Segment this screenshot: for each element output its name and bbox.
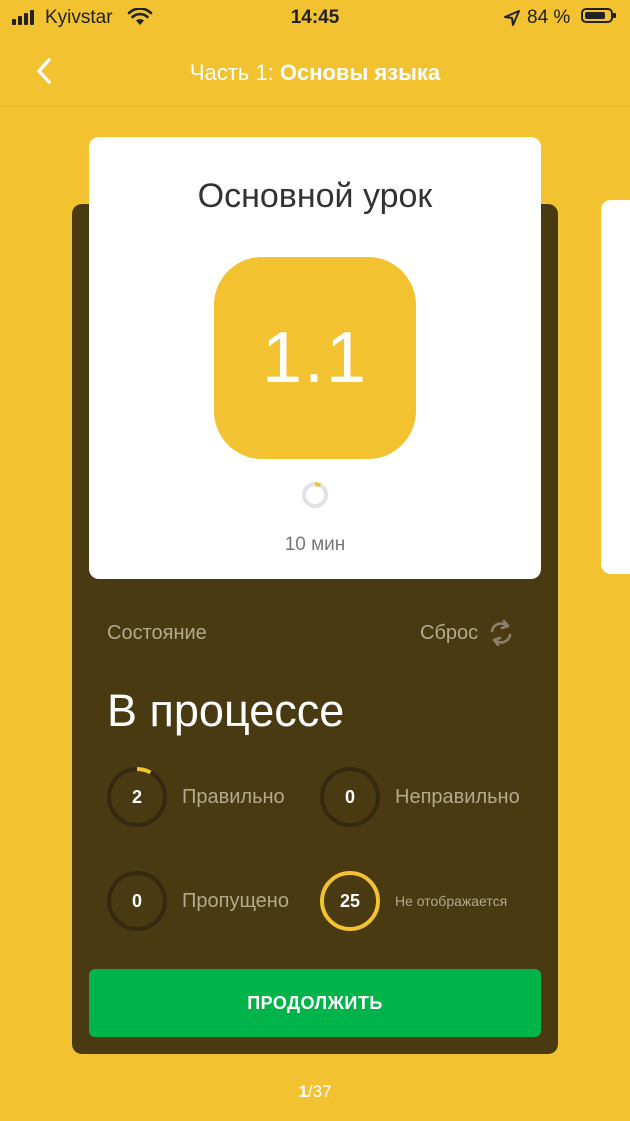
pager-current: 1 xyxy=(298,1082,308,1101)
location-arrow-icon xyxy=(504,10,520,26)
battery-icon xyxy=(581,8,616,23)
stat-value: 2 xyxy=(131,786,142,807)
stat-incorrect: 0 Неправильно xyxy=(319,766,520,828)
title-main: Основы языка xyxy=(279,60,441,85)
battery-percent: 84 % xyxy=(527,7,571,28)
stat-label: Не отображается xyxy=(395,893,508,909)
stat-value: 0 xyxy=(344,786,355,807)
lesson-number: 1.1 xyxy=(261,318,369,398)
stat-label: Пропущено xyxy=(182,889,289,912)
title-prefix: Часть 1: xyxy=(189,60,280,85)
lesson-card[interactable]: Основной урок 1.1 10 мин xyxy=(89,137,541,579)
lesson-duration: 10 мин xyxy=(284,534,346,555)
stat-label: Неправильно xyxy=(395,785,520,808)
status-value: В процессе xyxy=(107,685,345,736)
stat-not-shown: 25 Не отображается xyxy=(319,870,507,932)
reset-label: Сброс xyxy=(420,621,479,644)
lesson-number-tile: 1.1 xyxy=(214,257,416,459)
stat-ring: 2 xyxy=(106,766,168,828)
pager-total: /37 xyxy=(307,1082,332,1101)
nav-header: Часть 1: Основы языка xyxy=(0,36,630,107)
status-bar: Kyivstar 14:45 84 % xyxy=(0,0,630,36)
stat-skipped: 0 Пропущено xyxy=(106,870,289,932)
stat-correct: 2 Правильно xyxy=(106,766,285,828)
page-title: Часть 1: Основы языка xyxy=(0,60,630,86)
stat-ring: 25 xyxy=(319,870,381,932)
stat-ring: 0 xyxy=(319,766,381,828)
stat-label: Правильно xyxy=(182,785,285,808)
stat-value: 25 xyxy=(339,890,361,911)
status-label: Состояние xyxy=(107,622,207,644)
next-lesson-card[interactable] xyxy=(601,200,630,574)
stat-ring: 0 xyxy=(106,870,168,932)
page-indicator: 1/37 xyxy=(0,1082,630,1102)
reset-button[interactable]: Сброс xyxy=(420,618,514,648)
refresh-icon xyxy=(490,619,512,647)
continue-button[interactable]: ПРОДОЛЖИТЬ xyxy=(89,969,541,1037)
stat-value: 0 xyxy=(131,890,142,911)
lesson-title: Основной урок xyxy=(197,177,433,215)
lesson-progress-ring xyxy=(302,482,328,508)
